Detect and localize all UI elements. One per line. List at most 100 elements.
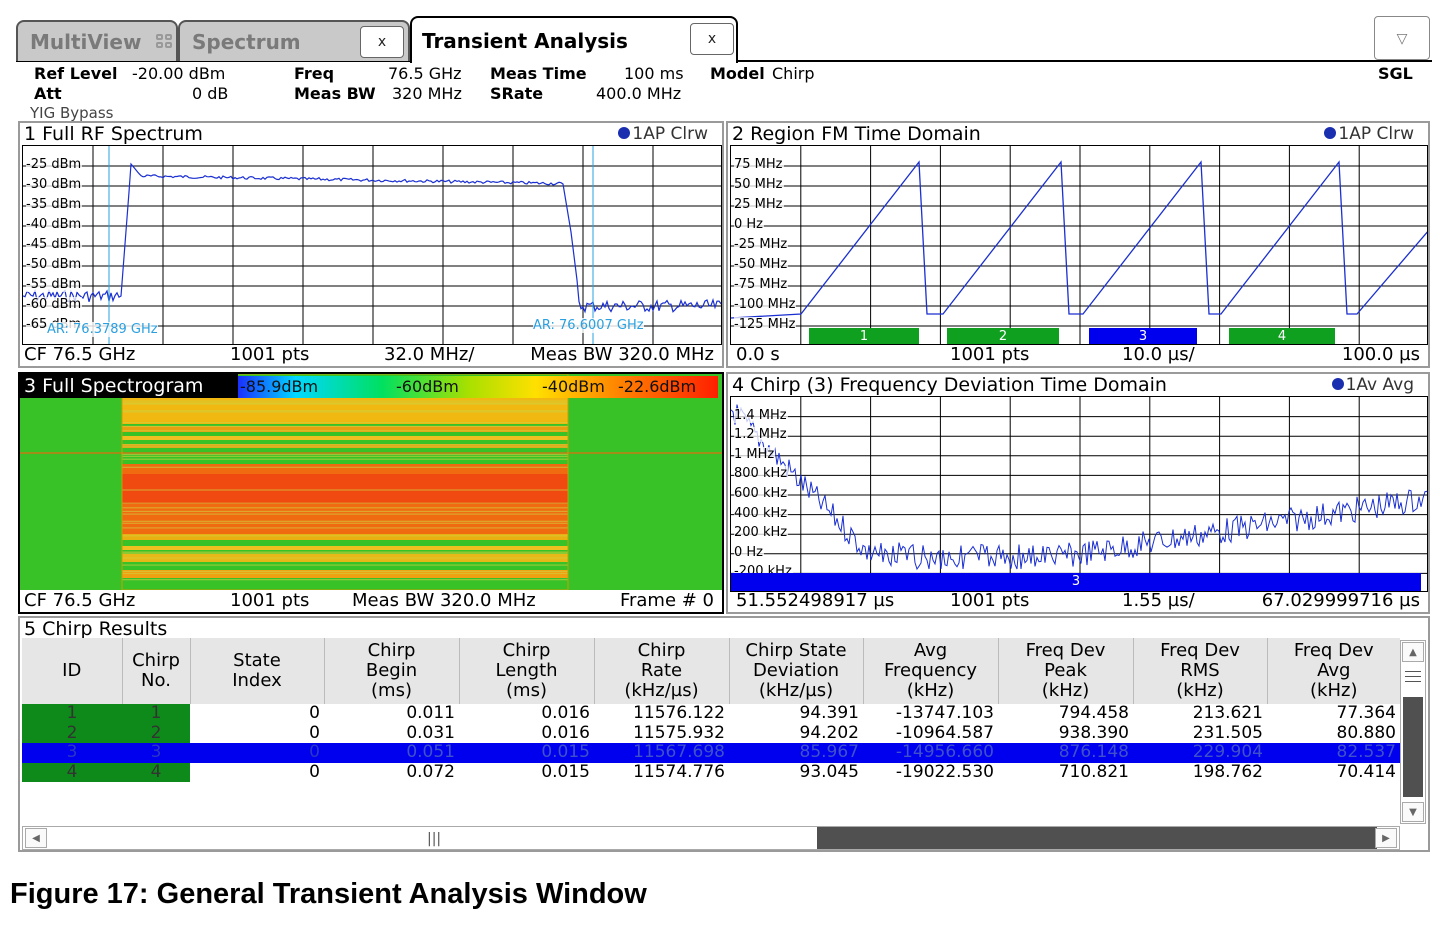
column-header-label: Avg <box>1317 660 1351 681</box>
scale-mid2: -40dBm <box>542 377 605 396</box>
chirp-segment-2[interactable]: 2 <box>947 328 1059 344</box>
y-tick-label: -50 MHz <box>734 257 789 272</box>
freq-deviation-plot[interactable]: 1.4 MHz 1.2 MHz 1 MHz 800 kHz 600 kHz 400 kHz… <box>730 396 1428 592</box>
fm-time-domain-graph <box>731 146 1427 344</box>
trace-indicator: 1AP Clrw <box>618 124 708 144</box>
close-tab-spectrum-button[interactable]: x <box>360 26 404 58</box>
panel-title: 3 Full Spectrogram <box>20 374 238 398</box>
y-tick-label: -100 MHz <box>734 297 797 312</box>
vertical-scroll-thumb[interactable] <box>1403 697 1423 797</box>
spectrogram-stripe <box>122 489 568 491</box>
horizontal-scrollbar[interactable]: ◀ ||| ▶ <box>22 826 1400 850</box>
model-label: Model <box>710 64 765 83</box>
panel-chirp-frequency-deviation[interactable]: 4 Chirp (3) Frequency Deviation Time Dom… <box>726 372 1430 614</box>
table-cell: 0.072 <box>406 762 455 782</box>
column-header[interactable]: Avg Frequency (kHz) <box>863 638 999 704</box>
column-header[interactable]: Chirp State Deviation (kHz/µs) <box>729 638 864 704</box>
spectrogram-plot[interactable] <box>20 374 722 590</box>
chirp-segment-1[interactable]: 1 <box>809 328 919 344</box>
panel-full-rf-spectrum[interactable]: 1 Full RF Spectrum 1AP Clrw -25 dBm -30 d… <box>18 121 724 368</box>
chirp-results-table[interactable]: ID Chirp No. State Index Chirp Begin (ms) Chirp L… <box>22 638 1400 826</box>
table-cell: 3 <box>122 743 190 763</box>
tab-dropdown-button[interactable]: ▽ <box>1374 16 1430 60</box>
column-header[interactable]: Chirp Begin (ms) <box>324 638 460 704</box>
panel-title: 5 Chirp Results <box>24 618 168 640</box>
chevron-down-icon: ▽ <box>1396 31 1408 47</box>
y-tick-label: 50 MHz <box>734 177 784 192</box>
table-row[interactable]: 4 4 0 0.072 0.015 11574.776 93.045 -19022.530 71… <box>22 762 1400 782</box>
trace-indicator: 1AP Clrw <box>1324 124 1414 144</box>
freq-label: Freq <box>294 64 335 83</box>
y-tick-label: 0 Hz <box>734 217 765 232</box>
column-header-label: (kHz/µs) <box>624 680 699 701</box>
scale-max: -22.6dBm <box>618 377 697 396</box>
table-row[interactable]: 3 3 0 0.051 0.015 11567.698 85.967 -14956.660 87… <box>22 743 1400 763</box>
table-cell: 11575.932 <box>633 723 725 743</box>
table-cell: 0.015 <box>459 743 594 763</box>
column-header[interactable]: State Index <box>190 638 325 704</box>
column-header-label: RMS <box>1180 660 1220 681</box>
column-header-label: Deviation <box>752 660 840 681</box>
table-cell: 3 <box>22 743 122 763</box>
y-tick-label: -30 dBm <box>26 177 83 192</box>
spectrogram-band <box>122 474 568 504</box>
column-header-label: (kHz) <box>1176 680 1224 701</box>
close-tab-transient-button[interactable]: x <box>690 23 734 55</box>
table-cell: 11567.698 <box>594 743 729 763</box>
spectrogram-stripe <box>122 446 568 448</box>
triangle-left-icon: ◀ <box>32 833 40 844</box>
spectrogram-stripe <box>122 572 568 575</box>
table-cell: 80.880 <box>1336 723 1396 743</box>
table-cell: 2 <box>122 723 190 743</box>
column-header-label: Chirp <box>637 640 686 661</box>
marker-left-label: AR: 76.3789 GHz <box>47 322 158 337</box>
column-header[interactable]: Chirp Length (ms) <box>459 638 595 704</box>
table-cell: 11576.122 <box>633 704 725 724</box>
column-header[interactable]: Chirp Rate (kHz/µs) <box>594 638 730 704</box>
spectrogram-stripe <box>122 502 568 504</box>
column-header[interactable]: Chirp No. <box>122 638 191 704</box>
tab-label: Spectrum <box>192 29 301 54</box>
column-header[interactable]: ID <box>22 638 123 704</box>
rf-spectrum-plot[interactable]: -25 dBm -30 dBm -35 dBm -40 dBm -45 dBm -50 d… <box>22 145 722 345</box>
table-row[interactable]: 1 1 0 0.011 0.016 11576.122 94.391 -13747.103 79… <box>22 704 1400 724</box>
chirp-segment-4[interactable]: 4 <box>1229 328 1335 344</box>
column-header-label: Index <box>232 670 282 691</box>
footer-start-time: 51.552498917 µs <box>736 590 895 611</box>
spectrogram-stripe <box>122 535 568 537</box>
table-cell: 4 <box>122 762 190 782</box>
horizontal-scroll-thumb[interactable] <box>817 827 1377 849</box>
table-cell: 938.390 <box>1058 723 1129 743</box>
tab-spectrum[interactable]: Spectrum x <box>178 20 410 61</box>
spectrogram-graph <box>20 374 722 590</box>
tab-multiview[interactable]: MultiView <box>16 20 178 61</box>
chirp-segment-3[interactable]: 3 <box>1089 328 1197 344</box>
scroll-right-button[interactable]: ▶ <box>1375 828 1397 848</box>
y-tick-label: -60 dBm <box>26 297 83 312</box>
footer-points: 1001 pts <box>230 344 310 365</box>
freq-value: 76.5 GHz <box>388 64 462 83</box>
panel-region-fm-time-domain[interactable]: 2 Region FM Time Domain 1AP Clrw 75 MHz 5… <box>726 121 1430 368</box>
spectrogram-stripe <box>122 527 568 529</box>
column-header[interactable]: Freq Dev RMS (kHz) <box>1133 638 1268 704</box>
footer-points: 1001 pts <box>950 590 1030 611</box>
trace-label: 1AP Clrw <box>1338 124 1414 144</box>
column-header-label: State <box>233 650 281 671</box>
chirp-segment-3[interactable]: 3 <box>731 573 1421 591</box>
column-header[interactable]: Freq Dev Avg (kHz) <box>1267 638 1400 704</box>
column-header[interactable]: Freq Dev Peak (kHz) <box>998 638 1134 704</box>
scroll-left-button[interactable]: ◀ <box>25 828 47 848</box>
scroll-up-button[interactable]: ▲ <box>1402 642 1424 662</box>
spectrogram-stripe <box>122 551 568 553</box>
tab-transient-analysis[interactable]: Transient Analysis x <box>410 16 738 63</box>
spectrogram-stripe <box>122 403 568 405</box>
scroll-down-button[interactable]: ▼ <box>1402 802 1424 822</box>
fm-time-domain-plot[interactable]: 75 MHz 50 MHz 25 MHz 0 Hz -25 MHz -50 MHz -75 … <box>730 145 1428 345</box>
table-cell: 0 <box>309 723 320 743</box>
column-header-label: ID <box>62 660 82 681</box>
spectrogram-stripe <box>122 411 568 413</box>
table-row[interactable]: 2 2 0 0.031 0.016 11575.932 94.202 -10964.587 93… <box>22 723 1400 743</box>
vertical-scrollbar[interactable]: ▲ ▼ <box>1400 640 1426 824</box>
panel-full-spectrogram[interactable]: 3 Full Spectrogram -85.9dBm -60dBm -40dB… <box>18 372 724 614</box>
column-header-label: Rate <box>640 660 683 681</box>
